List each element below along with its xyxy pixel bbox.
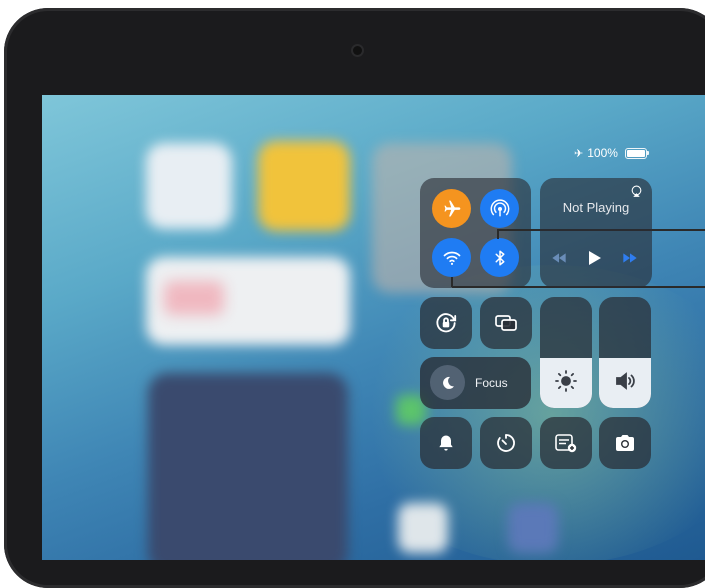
note-add-icon — [555, 434, 577, 453]
speaker-icon — [616, 372, 635, 390]
callout-line — [497, 229, 499, 239]
camera-button[interactable] — [599, 417, 651, 469]
wifi-toggle[interactable] — [432, 238, 471, 277]
play-icon[interactable] — [588, 250, 602, 266]
screen-mirroring-icon — [495, 315, 517, 331]
airdrop-toggle[interactable] — [480, 189, 519, 228]
airdrop-icon — [490, 199, 509, 216]
battery-percentage: 100% — [587, 146, 618, 160]
fast-forward-icon[interactable] — [622, 252, 638, 264]
brightness-slider[interactable] — [540, 297, 592, 408]
bell-icon — [439, 435, 453, 451]
front-camera — [353, 46, 362, 55]
calendar-widget — [148, 373, 348, 560]
airplane-status-icon: ✈ — [574, 147, 584, 160]
airplay-icon[interactable] — [630, 185, 643, 198]
airplane-icon — [444, 200, 460, 216]
camera-icon — [616, 435, 634, 451]
screen-mirroring-button[interactable] — [480, 297, 532, 349]
bluetooth-icon — [495, 250, 504, 265]
quick-note-button[interactable] — [540, 417, 592, 469]
moon-icon — [442, 376, 454, 389]
silent-mode-button[interactable] — [420, 417, 472, 469]
bluetooth-toggle[interactable] — [480, 238, 519, 277]
focus-icon-circle — [430, 365, 465, 400]
status-bar: ✈ 100% — [574, 146, 649, 160]
app-icon — [508, 503, 558, 553]
rotation-lock-icon — [436, 313, 457, 333]
timer-icon — [497, 434, 515, 452]
now-playing-title: Not Playing — [562, 200, 630, 215]
callout-line — [451, 277, 453, 287]
timer-button[interactable] — [480, 417, 532, 469]
volume-slider[interactable] — [599, 297, 651, 408]
focus-label: Focus — [475, 376, 508, 390]
app-icon — [398, 503, 448, 553]
rewind-icon[interactable] — [551, 252, 567, 264]
orientation-lock-button[interactable] — [420, 297, 472, 349]
airplane-mode-toggle[interactable] — [432, 189, 471, 228]
battery-icon — [624, 147, 649, 159]
wifi-icon — [443, 251, 460, 265]
sun-icon — [555, 370, 577, 392]
clock-widget — [146, 143, 232, 229]
notes-widget — [258, 141, 350, 231]
